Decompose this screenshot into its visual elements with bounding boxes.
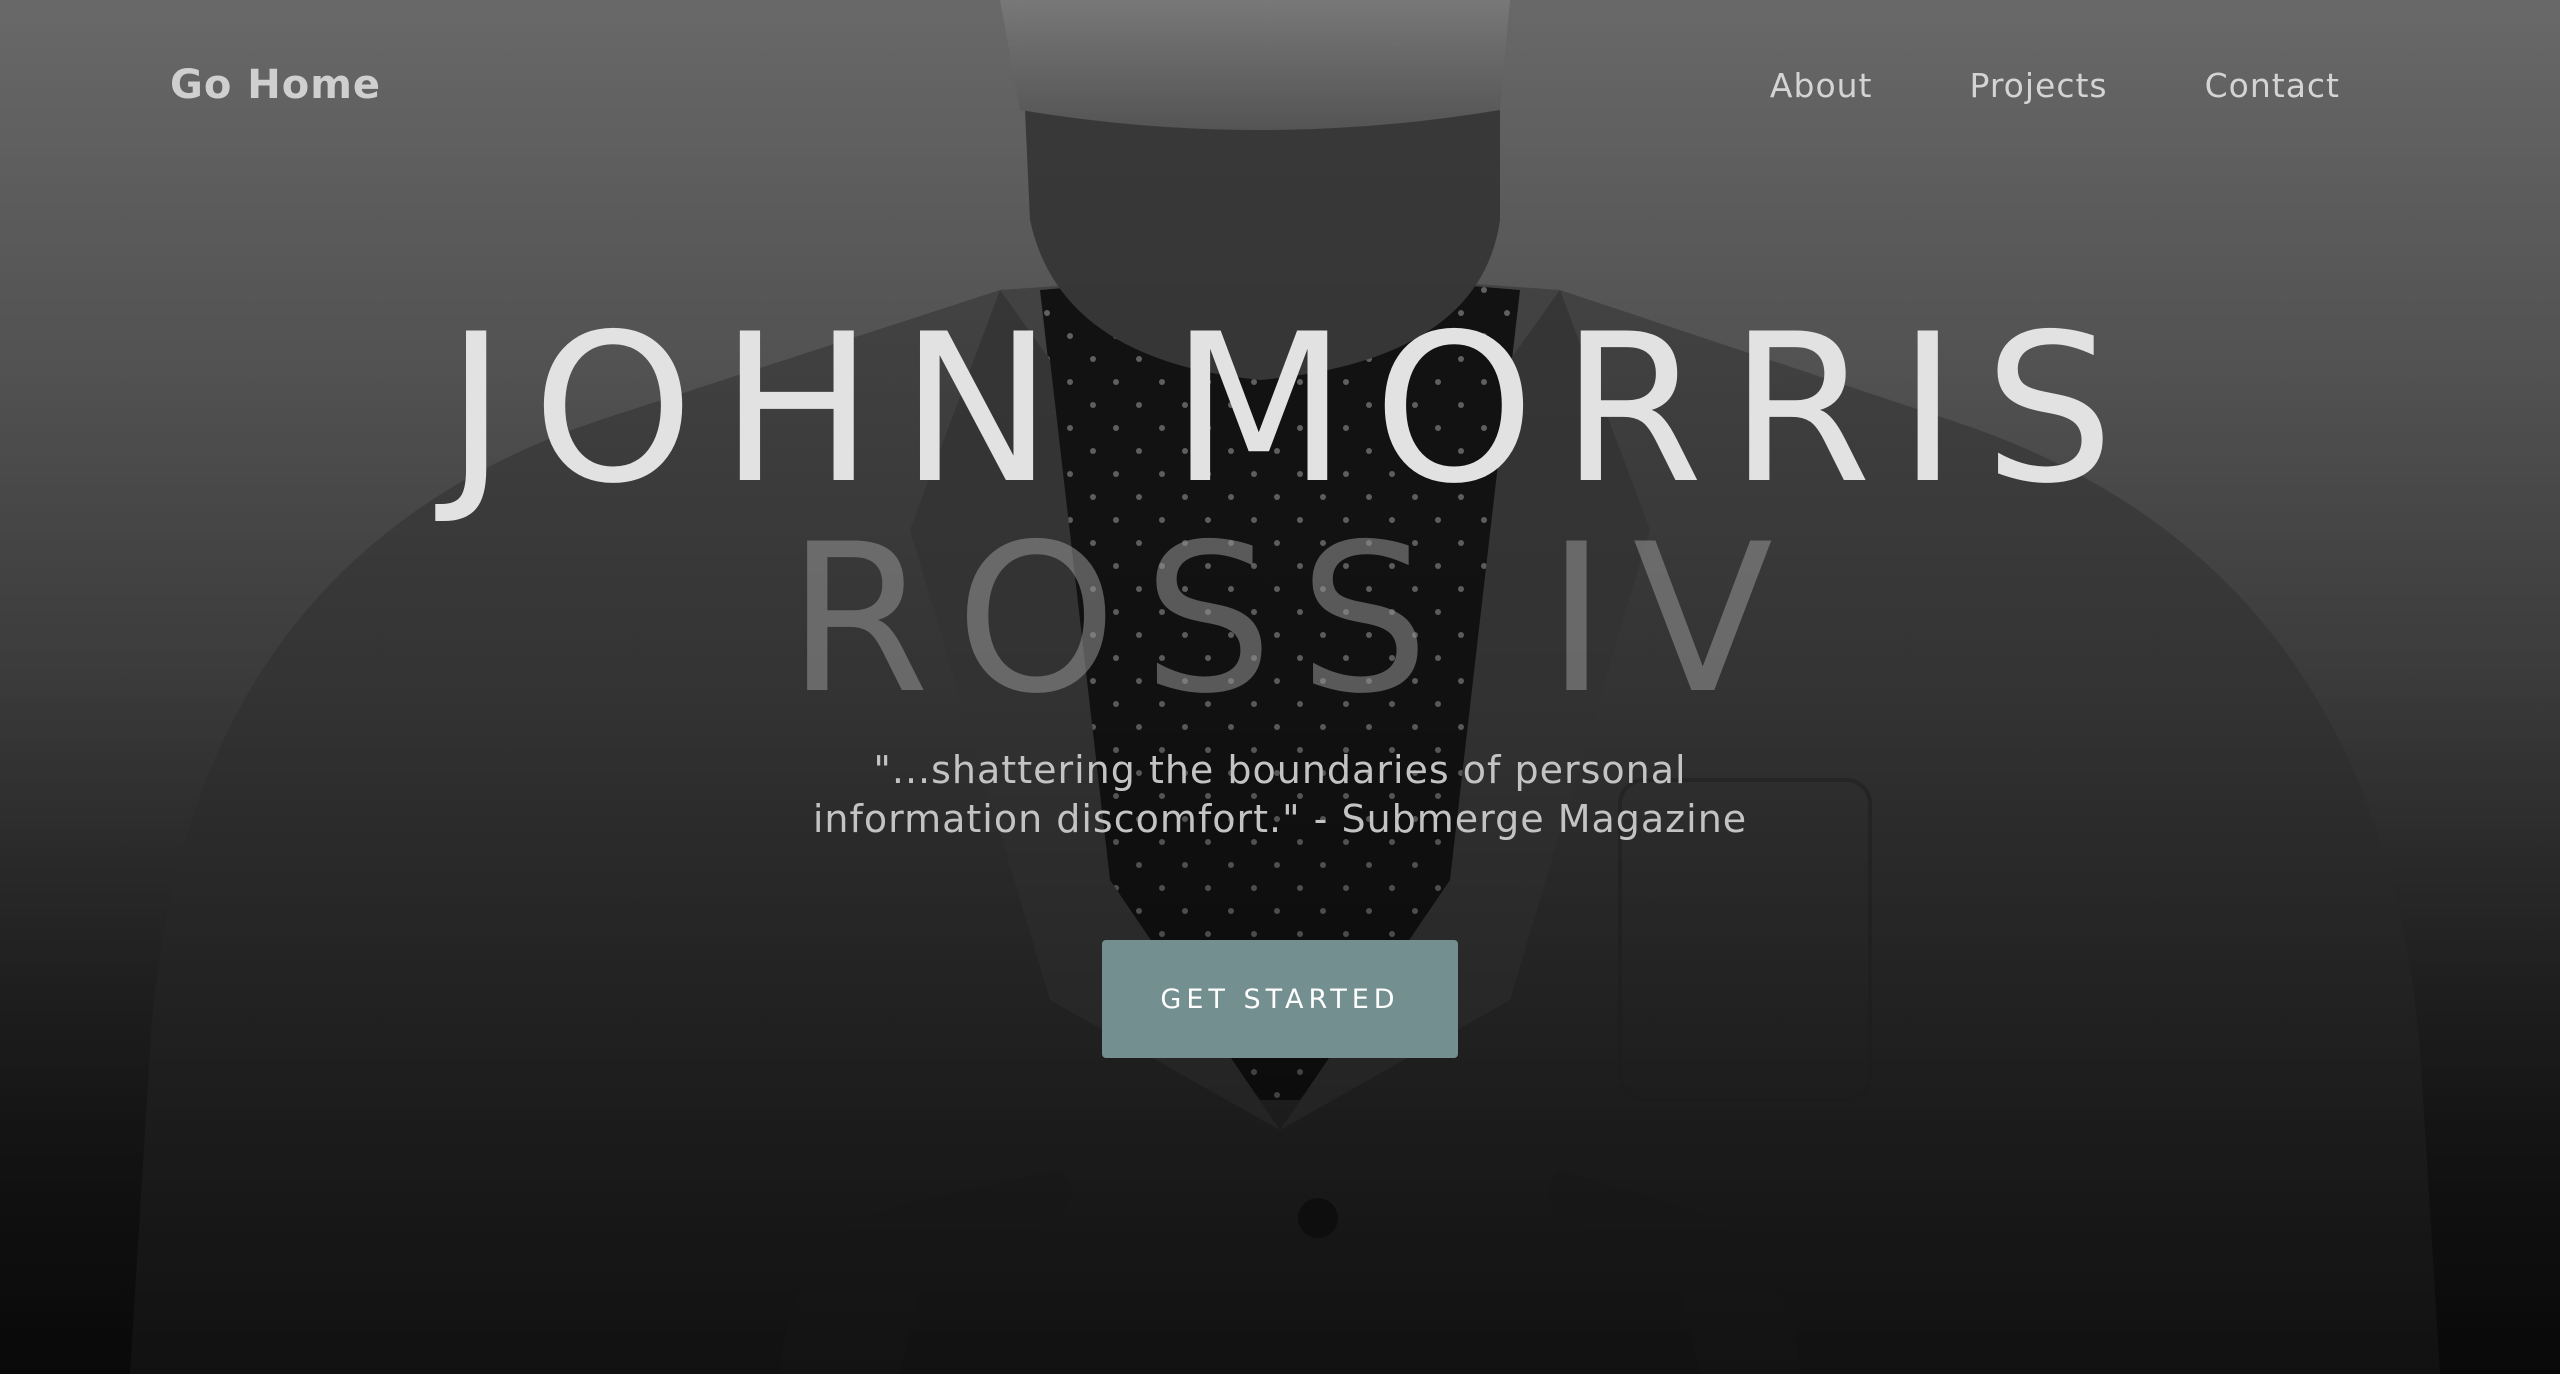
hero-section: Go Home About Projects Contact JOHN MORR… [0, 0, 2560, 1374]
nav-link-about[interactable]: About [1770, 66, 1873, 105]
hero-quote: "...shattering the boundaries of persona… [0, 746, 2560, 844]
hero-title-line2: ROSS IV [787, 501, 1799, 739]
nav-link-contact[interactable]: Contact [2205, 66, 2340, 105]
get-started-button[interactable]: GET STARTED [1102, 940, 1458, 1058]
hero-quote-line1: "...shattering the boundaries of persona… [873, 748, 1687, 792]
brand-home-link[interactable]: Go Home [170, 62, 381, 108]
hero-quote-line2: information discomfort." - Submerge Maga… [812, 797, 1748, 841]
nav-link-projects[interactable]: Projects [1970, 66, 2108, 105]
hero-title-line1: JOHN MORRIS [445, 291, 2141, 529]
main-nav: About Projects Contact [1673, 66, 2340, 105]
